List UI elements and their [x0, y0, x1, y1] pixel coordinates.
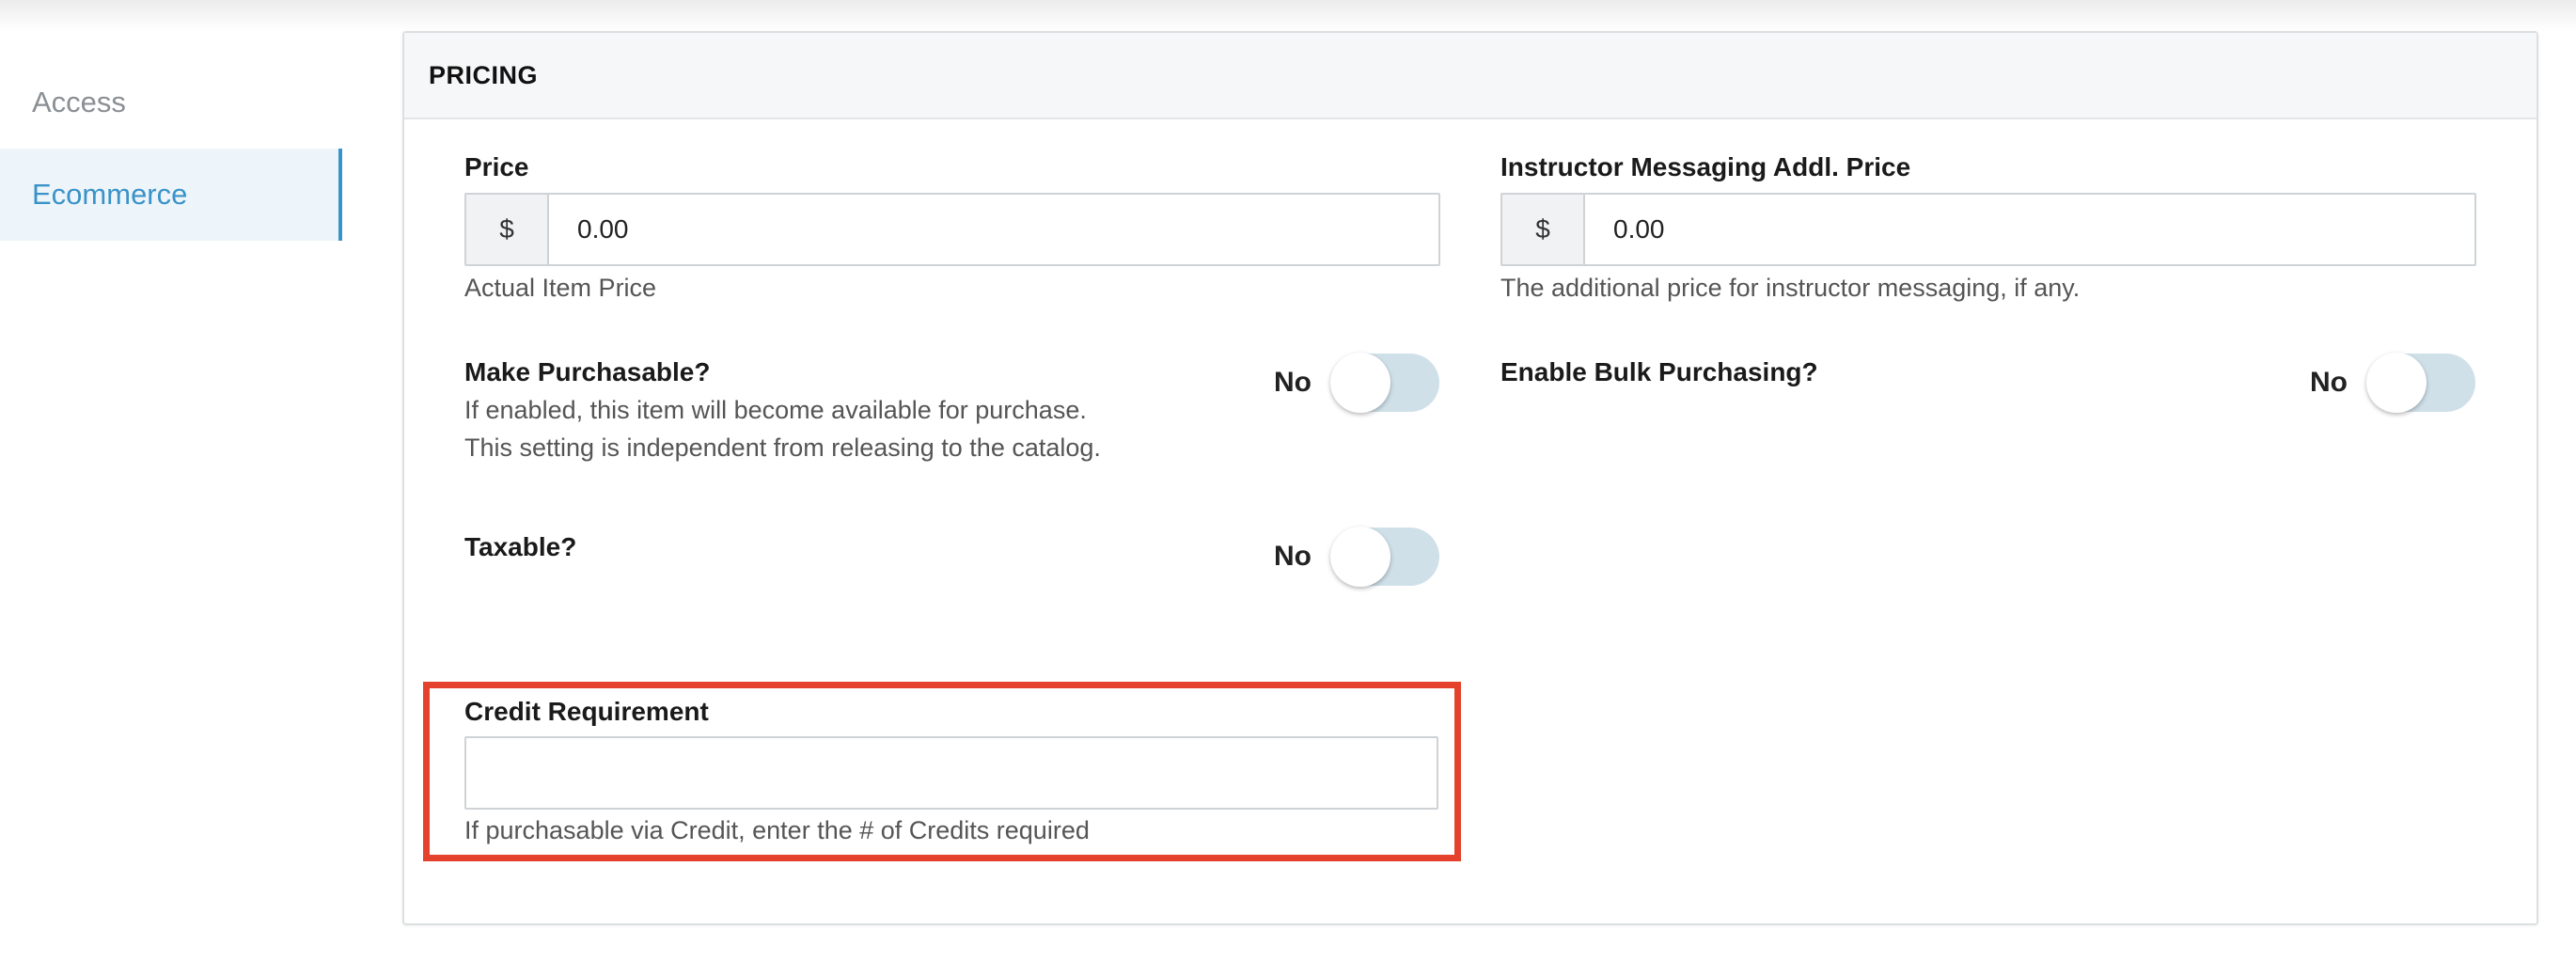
taxable-toggle-group: No [1274, 527, 1439, 587]
sidebar-item-label: Access [32, 86, 126, 118]
toggle-knob [1330, 527, 1390, 587]
sidebar-item-label: Ecommerce [32, 178, 188, 211]
instructor-price-input-group: $ 0.00 [1500, 193, 2476, 266]
bulk-state: No [2310, 367, 2348, 398]
instructor-price-help: The additional price for instructor mess… [1500, 274, 2081, 302]
price-input[interactable]: 0.00 [549, 195, 1438, 264]
toggle-knob [2366, 353, 2427, 413]
panel-title: PRICING [404, 33, 2537, 119]
currency-addon: $ [1502, 195, 1585, 264]
price-input-group: $ 0.00 [464, 193, 1440, 266]
purchasable-toggle[interactable] [1330, 353, 1439, 413]
price-help: Actual Item Price [464, 274, 657, 302]
purchasable-state: No [1274, 367, 1312, 398]
purchasable-help-1: If enabled, this item will become availa… [464, 396, 1087, 424]
sidebar: Access Ecommerce [0, 56, 342, 241]
sidebar-item-ecommerce[interactable]: Ecommerce [0, 149, 342, 241]
bulk-toggle-group: No [2310, 353, 2475, 413]
highlight-box [423, 682, 1461, 861]
purchasable-toggle-group: No [1274, 353, 1439, 413]
bulk-purchasing-label: Enable Bulk Purchasing? [1500, 357, 1818, 386]
taxable-label: Taxable? [464, 532, 577, 561]
taxable-toggle[interactable] [1330, 527, 1439, 587]
price-label: Price [464, 152, 529, 181]
bulk-purchasing-toggle[interactable] [2366, 353, 2475, 413]
purchasable-help-2: This setting is independent from releasi… [464, 433, 1101, 462]
taxable-state: No [1274, 541, 1312, 572]
purchasable-label: Make Purchasable? [464, 357, 711, 386]
instructor-price-label: Instructor Messaging Addl. Price [1500, 152, 1911, 181]
instructor-price-input[interactable]: 0.00 [1585, 195, 2474, 264]
toggle-knob [1330, 353, 1390, 413]
sidebar-item-access[interactable]: Access [0, 56, 342, 149]
top-shadow [0, 0, 2576, 32]
currency-addon: $ [466, 195, 549, 264]
